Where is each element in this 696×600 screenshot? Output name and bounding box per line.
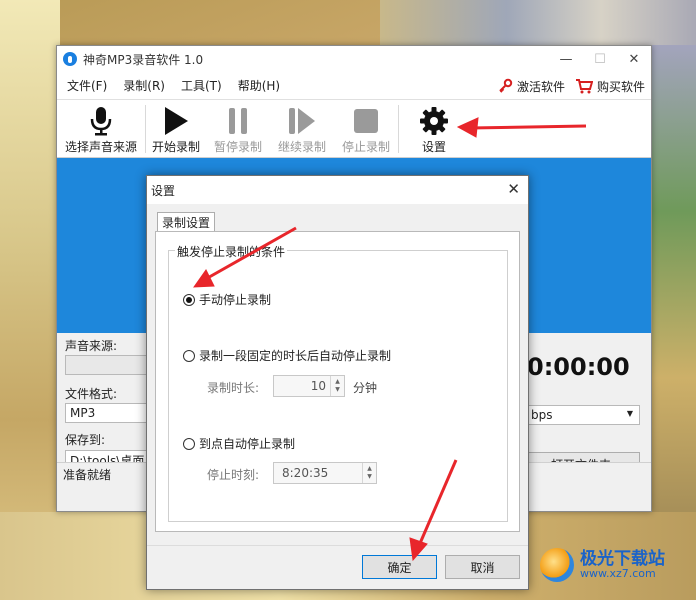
watermark-sub-text: www.xz7.com xyxy=(580,567,656,581)
stop-icon xyxy=(354,109,378,133)
spin-arrows-icon[interactable]: ▲ ▼ xyxy=(330,376,344,396)
duration-unit: 分钟 xyxy=(353,381,378,395)
start-record-button[interactable]: 开始录制 xyxy=(146,100,206,158)
dialog-title-bar: 设置 ✕ xyxy=(147,176,528,204)
pause-icon xyxy=(229,108,247,134)
minimize-icon[interactable]: — xyxy=(549,46,583,72)
source-label: 声音来源: xyxy=(65,339,118,353)
select-source-label: 选择声音来源 xyxy=(64,140,137,154)
recording-timer: 0:00:00 xyxy=(527,353,630,381)
record-settings-panel: 触发停止录制的条件 手动停止录制 录制一段固定的时长后自动停止录制 录制时长: … xyxy=(155,231,520,532)
dialog-title: 设置 xyxy=(151,183,176,198)
radio-unselected-icon xyxy=(183,437,195,450)
radio-manual-stop[interactable]: 手动停止录制 xyxy=(183,291,271,308)
menu-bar: 文件(F) 录制(R) 工具(T) 帮助(H) 激活软件 购买软件 xyxy=(57,72,651,100)
activate-software-button[interactable]: 激活软件 xyxy=(497,78,565,95)
toolbar: 选择声音来源 开始录制 暂停录制 继续录制 停止录制 设置 xyxy=(57,100,651,158)
title-bar: 神奇MP3录音软件 1.0 — ☐ ✕ xyxy=(57,46,651,72)
duration-label: 录制时长: xyxy=(207,381,260,395)
buy-software-button[interactable]: 购买软件 xyxy=(575,78,645,95)
stop-record-button[interactable]: 停止录制 xyxy=(334,100,398,158)
settings-label: 设置 xyxy=(421,140,446,154)
radio-duration-stop[interactable]: 录制一段固定的时长后自动停止录制 xyxy=(183,347,391,364)
ok-button[interactable]: 确定 xyxy=(362,555,437,579)
menu-record[interactable]: 录制(R) xyxy=(115,77,173,94)
radio-selected-icon xyxy=(183,293,195,306)
select-source-button[interactable]: 选择声音来源 xyxy=(57,100,145,158)
buy-software-label: 购买软件 xyxy=(596,79,645,94)
radio-time-stop[interactable]: 到点自动停止录制 xyxy=(183,435,295,452)
activate-software-label: 激活软件 xyxy=(516,79,565,94)
settings-dialog: 设置 ✕ 录制设置 触发停止录制的条件 手动停止录制 录制一段固定的时长后自动停… xyxy=(146,175,529,590)
menu-right-actions: 激活软件 购买软件 xyxy=(497,72,645,100)
microphone-icon xyxy=(90,107,112,136)
close-icon[interactable]: ✕ xyxy=(617,46,651,72)
resume-record-label: 继续录制 xyxy=(277,140,326,154)
menu-file[interactable]: 文件(F) xyxy=(57,77,115,94)
window-title: 神奇MP3录音软件 1.0 xyxy=(83,52,204,67)
resume-record-button[interactable]: 继续录制 xyxy=(270,100,334,158)
stop-time-label: 停止时刻: xyxy=(207,468,260,482)
resume-icon xyxy=(289,108,315,134)
source-field[interactable] xyxy=(65,355,155,375)
radio-manual-stop-label: 手动停止录制 xyxy=(199,293,272,307)
save-to-label: 保存到: xyxy=(65,433,106,447)
cart-icon xyxy=(575,79,593,94)
watermark-main-text: 极光下载站 xyxy=(580,548,665,569)
format-select[interactable]: MP3 xyxy=(65,403,155,423)
radio-time-stop-label: 到点自动停止录制 xyxy=(199,437,296,451)
radio-duration-stop-label: 录制一段固定的时长后自动停止录制 xyxy=(199,349,392,363)
duration-stepper[interactable]: 10 ▲ ▼ xyxy=(273,375,345,397)
group-title: 触发停止录制的条件 xyxy=(175,243,288,260)
window-controls: — ☐ ✕ xyxy=(549,46,651,72)
app-logo-icon xyxy=(63,52,77,66)
stop-time-picker[interactable]: 8:20:35 ▲ ▼ xyxy=(273,462,377,484)
menu-help[interactable]: 帮助(H) xyxy=(230,77,288,94)
pause-record-label: 暂停录制 xyxy=(213,140,262,154)
start-record-label: 开始录制 xyxy=(151,140,200,154)
bitrate-value: bps xyxy=(531,408,553,422)
dropdown-arrow-icon: ▼ xyxy=(626,409,633,418)
cancel-button[interactable]: 取消 xyxy=(445,555,520,579)
stop-record-label: 停止录制 xyxy=(341,140,390,154)
format-label: 文件格式: xyxy=(65,387,118,401)
background-cartoon-top xyxy=(380,0,696,45)
duration-value: 10 xyxy=(310,379,326,393)
bitrate-select[interactable]: bps ▼ xyxy=(524,405,640,425)
dialog-close-icon[interactable]: ✕ xyxy=(507,180,520,198)
menu-tools[interactable]: 工具(T) xyxy=(173,77,230,94)
settings-button[interactable]: 设置 xyxy=(399,100,469,158)
site-watermark: 极光下载站 www.xz7.com xyxy=(540,548,665,582)
tab-record-settings[interactable]: 录制设置 xyxy=(157,212,216,232)
spin-arrows-icon[interactable]: ▲ ▼ xyxy=(362,463,376,483)
stop-condition-group: 触发停止录制的条件 手动停止录制 录制一段固定的时长后自动停止录制 录制时长: … xyxy=(168,243,508,522)
maximize-icon[interactable]: ☐ xyxy=(583,46,617,72)
dialog-footer: 确定 取消 xyxy=(147,545,528,589)
background-cartoon-left xyxy=(0,0,60,600)
radio-unselected-icon xyxy=(183,349,195,362)
gear-icon xyxy=(420,107,448,135)
status-text: 准备就绪 xyxy=(63,468,112,482)
key-icon xyxy=(499,78,513,93)
watermark-logo-icon xyxy=(540,548,574,582)
stop-time-value: 8:20:35 xyxy=(282,466,329,480)
play-icon xyxy=(165,107,188,135)
pause-record-button[interactable]: 暂停录制 xyxy=(206,100,270,158)
